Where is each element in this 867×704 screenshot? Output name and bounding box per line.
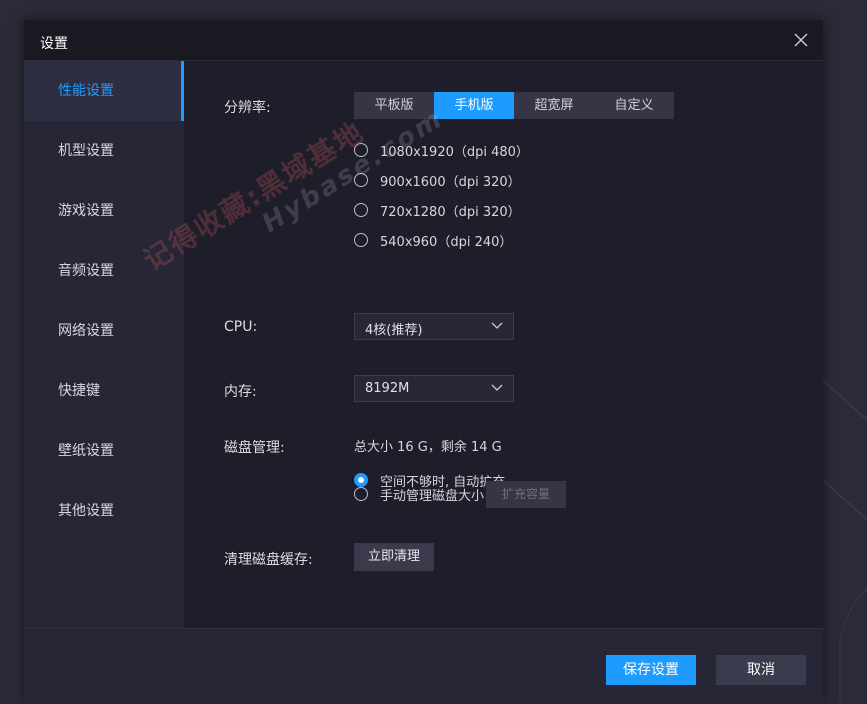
- resolution-label: 分辨率:: [224, 100, 271, 116]
- cpu-select[interactable]: 4核(推荐): [354, 313, 514, 340]
- chevron-down-icon: [491, 322, 503, 329]
- dialog-titlebar: 设置: [24, 20, 823, 61]
- close-icon[interactable]: [791, 30, 811, 50]
- sidebar-item-network[interactable]: 网络设置: [24, 301, 184, 361]
- tab-tablet[interactable]: 平板版: [354, 92, 434, 119]
- resolution-option-label: 1080x1920（dpi 480）: [380, 144, 529, 160]
- resolution-option-720[interactable]: 720x1280（dpi 320）: [354, 200, 521, 220]
- sidebar-item-device-model[interactable]: 机型设置: [24, 121, 184, 181]
- sidebar-item-other[interactable]: 其他设置: [24, 481, 184, 541]
- cpu-select-value: 4核(推荐): [365, 323, 423, 338]
- settings-dialog: 设置 性能设置 机型设置 游戏设置 音频设置 网络设置 快捷键 壁纸设置 其他设…: [24, 20, 823, 704]
- disk-management-label: 磁盘管理:: [224, 440, 285, 456]
- resolution-option-900[interactable]: 900x1600（dpi 320）: [354, 170, 521, 190]
- resolution-option-label: 720x1280（dpi 320）: [380, 204, 521, 220]
- memory-select[interactable]: 8192M: [354, 375, 514, 402]
- resolution-mode-tabs: 平板版 手机版 超宽屏 自定义: [354, 92, 674, 119]
- resolution-option-label: 900x1600（dpi 320）: [380, 174, 521, 190]
- tab-phone[interactable]: 手机版: [434, 92, 514, 119]
- clear-now-button[interactable]: 立即清理: [354, 543, 434, 571]
- settings-sidebar: 性能设置 机型设置 游戏设置 音频设置 网络设置 快捷键 壁纸设置 其他设置: [24, 61, 184, 628]
- radio-button[interactable]: [354, 487, 368, 501]
- tab-ultrawide[interactable]: 超宽屏: [514, 92, 594, 119]
- clear-cache-label: 清理磁盘缓存:: [224, 552, 313, 568]
- radio-button[interactable]: [354, 143, 368, 157]
- resolution-option-label: 540x960（dpi 240）: [380, 234, 513, 250]
- radio-button[interactable]: [354, 203, 368, 217]
- disk-size-info: 总大小 16 G，剩余 14 G: [354, 440, 502, 455]
- sidebar-item-shortcuts[interactable]: 快捷键: [24, 361, 184, 421]
- cancel-button[interactable]: 取消: [716, 655, 806, 685]
- memory-label: 内存:: [224, 384, 257, 400]
- resolution-option-1080[interactable]: 1080x1920（dpi 480）: [354, 140, 529, 160]
- cpu-label: CPU:: [224, 319, 258, 335]
- sidebar-item-wallpaper[interactable]: 壁纸设置: [24, 421, 184, 481]
- tab-custom[interactable]: 自定义: [594, 92, 674, 119]
- resolution-option-540[interactable]: 540x960（dpi 240）: [354, 230, 512, 250]
- save-settings-button[interactable]: 保存设置: [606, 655, 696, 685]
- expand-capacity-button: 扩充容量: [486, 481, 566, 508]
- disk-option-manual[interactable]: 手动管理磁盘大小: [354, 484, 484, 504]
- dialog-title: 设置: [40, 36, 68, 52]
- radio-button[interactable]: [354, 173, 368, 187]
- sidebar-item-audio[interactable]: 音频设置: [24, 241, 184, 301]
- sidebar-item-game[interactable]: 游戏设置: [24, 181, 184, 241]
- settings-content: 分辨率: 平板版 手机版 超宽屏 自定义 1080x1920（dpi 480） …: [184, 61, 823, 628]
- sidebar-item-performance[interactable]: 性能设置: [24, 61, 184, 121]
- chevron-down-icon: [491, 384, 503, 391]
- radio-button[interactable]: [354, 233, 368, 247]
- memory-select-value: 8192M: [365, 381, 410, 396]
- dialog-footer: 保存设置 取消: [24, 628, 823, 704]
- disk-option-manual-label: 手动管理磁盘大小: [380, 488, 485, 504]
